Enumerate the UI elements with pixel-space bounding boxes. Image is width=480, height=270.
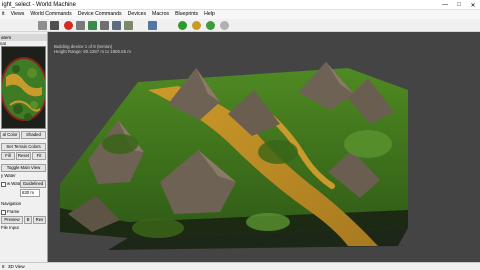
menu-blueprints[interactable]: Blueprints xyxy=(173,10,202,19)
reset-button[interactable]: Reset xyxy=(16,152,31,160)
settings-button[interactable] xyxy=(220,21,229,30)
panel-title: aters xyxy=(0,34,47,41)
shaded-mode-button[interactable]: Shaded xyxy=(21,131,46,139)
window-title: ight_select - World Machine xyxy=(2,2,76,8)
filter-button[interactable] xyxy=(112,21,121,30)
menu-views[interactable]: Views xyxy=(9,10,29,19)
terrain-thumbnail[interactable] xyxy=(1,46,46,129)
stop-button[interactable] xyxy=(64,21,73,30)
guideline-button[interactable]: Guidelined xyxy=(20,180,46,188)
color-mode-button[interactable]: al Color xyxy=(0,131,20,139)
render-status: Building device 1 of 8 (terrain) Height … xyxy=(54,44,131,54)
close-icon: ✕ xyxy=(470,2,476,9)
home-button[interactable] xyxy=(148,21,157,30)
menu-edit[interactable]: it xyxy=(0,10,9,19)
build-all-button[interactable] xyxy=(192,21,201,30)
file-input-label: File Input xyxy=(1,225,19,230)
grid-button[interactable] xyxy=(76,21,85,30)
set-terrain-colors-button[interactable]: Set Terrain Colors xyxy=(1,143,46,151)
height-range-line: Height Range: 80.2287 m to 1806.55 m xyxy=(54,49,131,54)
menu-bar: it Views World Commands Device Commands … xyxy=(0,10,480,19)
res-button[interactable]: Res xyxy=(33,216,46,224)
toolbar xyxy=(0,19,480,32)
maximize-icon: □ xyxy=(457,2,461,8)
terrain-thumbnail-image xyxy=(2,47,45,128)
build-button[interactable] xyxy=(178,21,187,30)
status-bar: 8 3D View xyxy=(0,262,480,270)
navigation-label: Navigation xyxy=(1,201,22,206)
menu-macros[interactable]: Macros xyxy=(150,10,173,19)
window-controls: — □ ✕ xyxy=(438,0,480,10)
minimize-icon: — xyxy=(442,2,448,8)
menu-devices[interactable]: Devices xyxy=(126,10,150,19)
frame-checkbox-label: Frame xyxy=(7,209,20,214)
fill-button[interactable]: Fill xyxy=(1,152,15,160)
preview-button[interactable]: Preview xyxy=(1,216,23,224)
toggle-main-view-button[interactable]: Toggle Main View xyxy=(1,164,46,172)
snapshot-button[interactable] xyxy=(50,21,59,30)
b-button[interactable]: B xyxy=(24,216,32,224)
3d-viewport[interactable]: Building device 1 of 8 (terrain) Height … xyxy=(48,32,480,262)
water-label: y Water xyxy=(1,173,16,178)
maximize-button[interactable]: □ xyxy=(452,0,466,10)
water-checkbox[interactable] xyxy=(1,182,6,187)
gallery-button[interactable] xyxy=(124,21,133,30)
close-button[interactable]: ✕ xyxy=(466,0,480,10)
fit-button[interactable]: Fit xyxy=(32,152,46,160)
menu-help[interactable]: Help xyxy=(202,10,219,19)
frame-checkbox[interactable] xyxy=(1,210,6,215)
menu-device-commands[interactable]: Device Commands xyxy=(76,10,126,19)
status-view: 3D View xyxy=(8,264,25,269)
minimize-button[interactable]: — xyxy=(438,0,452,10)
terrain-render xyxy=(48,32,480,262)
water-height-input[interactable]: 630 m xyxy=(20,189,40,197)
title-bar: ight_select - World Machine — □ ✕ xyxy=(0,0,480,10)
diagonal-button[interactable] xyxy=(88,21,97,30)
layers-button[interactable] xyxy=(100,21,109,30)
status-left: 8 xyxy=(2,264,5,269)
menu-world-commands[interactable]: World Commands xyxy=(28,10,75,19)
render-button[interactable] xyxy=(206,21,215,30)
left-panel: aters nat al Color Shaded Set Terrain Co… xyxy=(0,32,48,262)
camera-button[interactable] xyxy=(38,21,47,30)
